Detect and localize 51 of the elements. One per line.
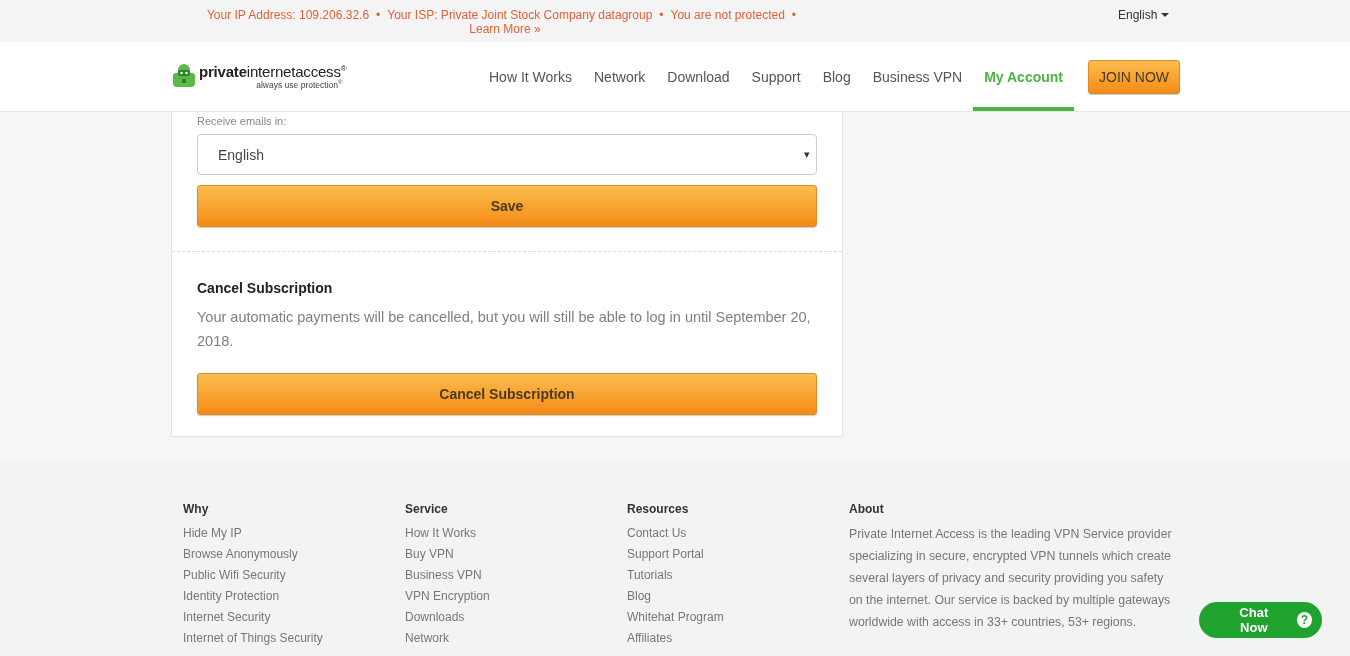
footer-heading: Service	[405, 501, 449, 517]
nav-tab[interactable]: Support	[740, 42, 812, 111]
footer-link[interactable]: Internet of Things Security	[183, 628, 405, 649]
caret-icon[interactable]	[1161, 13, 1170, 17]
notice-text: Your ISP: Private Joint Stock Company datagroup	[387, 8, 653, 22]
nav-tab[interactable]: My Account	[973, 42, 1074, 111]
join-now-button[interactable]: JOIN NOW	[1088, 59, 1180, 94]
footer-link[interactable]: Browse Anonymously	[183, 544, 405, 565]
footer-link[interactable]: Tutorials	[627, 565, 849, 586]
padlock-robot-icon	[172, 64, 196, 89]
notice-text: Your IP Address: 109.206.32.6	[206, 8, 370, 22]
nav-tab[interactable]: Business VPN	[861, 42, 974, 111]
bullet-separator: •	[659, 8, 664, 22]
footer-link[interactable]: How It Works	[405, 523, 627, 544]
section-title: Cancel Subscription	[197, 279, 334, 297]
nav-tab[interactable]: Blog	[811, 42, 862, 111]
bullet-separator: •	[791, 8, 797, 22]
footer-link[interactable]: Support Portal	[627, 544, 849, 565]
footer-heading: Why	[183, 501, 210, 517]
language-selector[interactable]: English	[1118, 8, 1158, 22]
cancel-description: Your automatic payments will be cancelled, but you will still be able to log in until September 20, 2018.	[197, 308, 812, 351]
footer-link[interactable]: Internet Security	[183, 607, 405, 628]
footer-link[interactable]: Contact Us	[627, 523, 849, 544]
bullet-separator: •	[376, 8, 381, 22]
save-button[interactable]: Save	[197, 185, 817, 227]
logo-wordmark[interactable]: privateinternetaccess$^{®}$	[199, 63, 347, 79]
footer-heading: About	[849, 501, 885, 517]
field-label: Receive emails in:	[197, 114, 288, 129]
footer-link[interactable]: Buy VPN	[405, 544, 627, 565]
logo-tagline: always use protection$^{®}$	[256, 78, 343, 90]
nav-tab[interactable]: How It Works	[478, 42, 583, 111]
cancel-subscription-button[interactable]: Cancel Subscription	[197, 373, 817, 415]
footer-link[interactable]: Affiliates	[627, 628, 849, 649]
footer-link[interactable]: Identity Protection	[183, 586, 405, 607]
nav-tab[interactable]: Network	[583, 42, 657, 111]
footer-link[interactable]: Business VPN	[405, 565, 627, 586]
footer-link[interactable]: Public Wifi Security	[183, 565, 405, 586]
footer-link[interactable]: Blog	[627, 586, 849, 607]
footer-link[interactable]: Downloads	[405, 607, 627, 628]
footer-heading: Resources	[627, 501, 690, 517]
footer-link[interactable]: VPN Encryption	[405, 586, 627, 607]
notice-text: You are not protected	[670, 8, 785, 22]
nav-tab[interactable]: Download	[656, 42, 741, 111]
chat-now-button[interactable]: Chat Now ?	[1199, 602, 1322, 638]
footer-link[interactable]: Whitehat Program	[627, 607, 849, 628]
help-icon: ?	[1296, 612, 1312, 628]
learn-more-link[interactable]: Learn More »	[469, 22, 541, 36]
language-dropdown[interactable]: English ▾	[197, 134, 817, 175]
about-text: Private Internet Access is the leading VPN Service provider specializing in secure, encrypted VPN tunnels which create several layers of privacy and security providing you safety on the internet. Our service is backed by multiple gateways worldwide with access in 33+ countries, 53+ regions.	[849, 526, 1173, 631]
footer-link[interactable]: Network	[405, 628, 627, 649]
footer-link[interactable]: Hide My IP	[183, 523, 405, 544]
